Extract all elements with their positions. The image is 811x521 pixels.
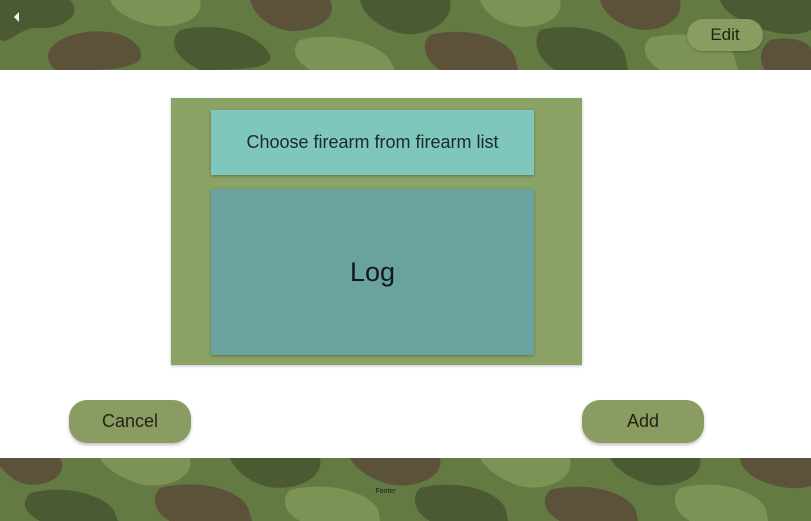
add-button[interactable]: Add <box>582 400 704 443</box>
choose-firearm-button[interactable]: Choose firearm from firearm list <box>211 110 534 175</box>
firearm-panel: Choose firearm from firearm list Log <box>171 98 582 365</box>
page: Edit Choose firearm from firearm list Lo… <box>0 0 811 521</box>
chevron-left-icon <box>14 12 19 22</box>
edit-button[interactable]: Edit <box>687 19 763 51</box>
footer-bar: Footer <box>0 458 811 521</box>
cancel-button[interactable]: Cancel <box>69 400 191 443</box>
header-bar: Edit <box>0 0 811 70</box>
footer-label: Footer <box>375 488 396 495</box>
back-button[interactable] <box>8 8 26 26</box>
log-box[interactable]: Log <box>211 189 534 355</box>
